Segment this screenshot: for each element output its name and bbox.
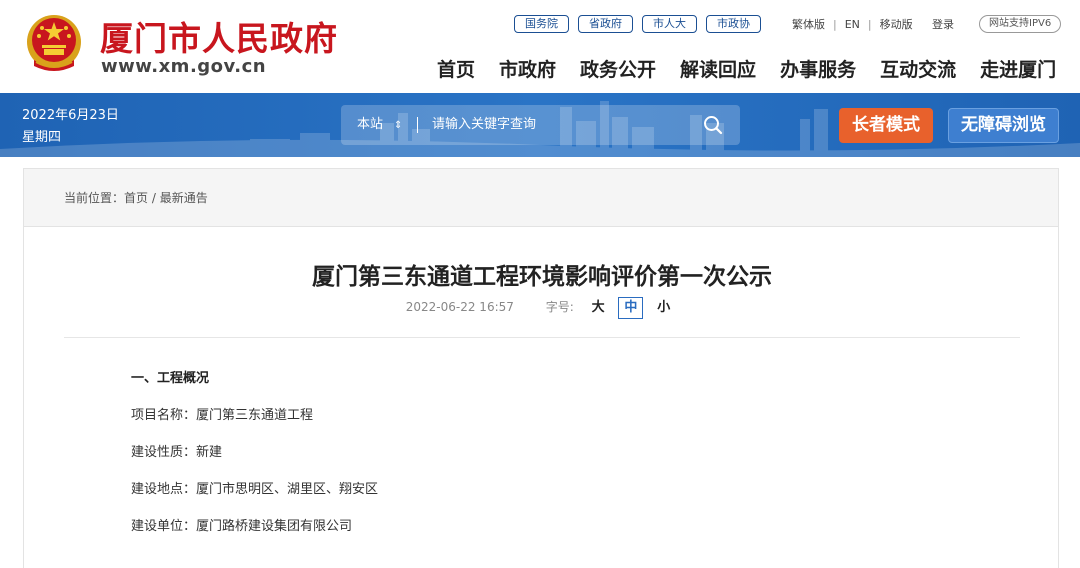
title-divider — [64, 337, 1020, 338]
search-icon[interactable] — [702, 114, 724, 136]
paragraph-project-name: 项目名称：厦门第三东通道工程 — [131, 408, 314, 423]
nav-home[interactable]: 首页 — [437, 55, 475, 82]
paragraph-construction-nature: 建设性质：新建 — [131, 445, 223, 460]
breadcrumb-separator: / — [148, 191, 160, 205]
publish-datetime: 2022-06-22 16:57 — [405, 300, 514, 314]
nav-government-affairs[interactable]: 政务公开 — [580, 55, 656, 82]
search-box: 本站 ⇕ 请输入关键字查询 — [341, 105, 740, 145]
link-municipal-cppcc[interactable]: 市政协 — [706, 15, 761, 33]
site-domain: www.xm.gov.cn — [101, 56, 267, 77]
nav-interaction[interactable]: 互动交流 — [880, 55, 956, 82]
search-scope-select[interactable]: 本站 ⇕ — [357, 105, 402, 145]
article-title: 厦门第三东通道工程环境影响评价第一次公示 — [312, 264, 772, 290]
elder-mode-button[interactable]: 长者模式 — [839, 108, 933, 143]
nav-interpretation[interactable]: 解读回应 — [680, 55, 756, 82]
login-link[interactable]: 登录 — [932, 16, 954, 32]
paragraph-location: 建设地点：厦门市思明区、湖里区、翔安区 — [131, 482, 379, 497]
breadcrumb-home[interactable]: 首页 — [124, 191, 148, 205]
paragraph-builder: 建设单位：厦门路桥建设集团有限公司 — [131, 519, 353, 534]
main-nav: 首页 市政府 政务公开 解读回应 办事服务 互动交流 走进厦门 — [437, 55, 1056, 82]
search-input[interactable]: 请输入关键字查询 — [432, 105, 692, 145]
nav-services[interactable]: 办事服务 — [780, 55, 856, 82]
current-weekday: 星期四 — [22, 130, 62, 145]
separator: | — [833, 17, 837, 31]
separator: | — [867, 17, 872, 31]
breadcrumb-prefix: 当前位置： — [64, 191, 125, 205]
link-municipal-congress[interactable]: 市人大 — [642, 15, 697, 33]
section-heading: 一、工程概况 — [131, 371, 210, 386]
search-divider — [417, 117, 418, 133]
font-size-large[interactable]: 大 — [586, 297, 611, 319]
article-body: 一、工程概况 项目名称：厦门第三东通道工程 建设性质：新建 建设地点：厦门市思明… — [131, 368, 378, 553]
search-scope-label: 本站 — [357, 117, 384, 132]
updown-arrow-icon: ⇕ — [394, 120, 403, 131]
font-size-label: 字号: — [545, 300, 574, 314]
top-links: 国务院 省政府 市人大 市政协 — [514, 15, 761, 33]
breadcrumb-current[interactable]: 最新通告 — [160, 191, 208, 205]
link-traditional-chinese[interactable]: 繁体版 — [792, 16, 825, 32]
font-size-medium[interactable]: 中 — [618, 297, 644, 319]
link-mobile[interactable]: 移动版 — [880, 16, 913, 32]
site-title[interactable]: 厦门市人民政府 — [100, 12, 338, 60]
article-container: 当前位置：首页 / 最新通告 厦门第三东通道工程环境影响评价第一次公示 2022… — [23, 168, 1059, 568]
ipv6-badge: 网站支持IPV6 — [979, 15, 1062, 33]
current-date: 2022年6月23日 — [22, 108, 119, 123]
utility-links: 繁体版 | EN | 移动版 — [792, 16, 913, 32]
date-display: 2022年6月23日 星期四 — [22, 105, 119, 149]
link-provincial-government[interactable]: 省政府 — [578, 15, 633, 33]
article-meta: 2022-06-22 16:57 字号: 大 中 小 — [24, 297, 1060, 319]
link-english[interactable]: EN — [845, 18, 860, 31]
font-size-small[interactable]: 小 — [651, 297, 676, 319]
nav-municipal-government[interactable]: 市政府 — [499, 55, 556, 82]
breadcrumb: 当前位置：首页 / 最新通告 — [24, 169, 1058, 227]
accessible-browse-button[interactable]: 无障碍浏览 — [948, 108, 1059, 143]
link-state-council[interactable]: 国务院 — [514, 15, 569, 33]
site-header: 厦门市人民政府 www.xm.gov.cn 国务院 省政府 市人大 市政协 繁体… — [0, 0, 1080, 93]
nav-about-xiamen[interactable]: 走进厦门 — [980, 55, 1056, 82]
national-emblem-icon[interactable] — [22, 12, 86, 76]
